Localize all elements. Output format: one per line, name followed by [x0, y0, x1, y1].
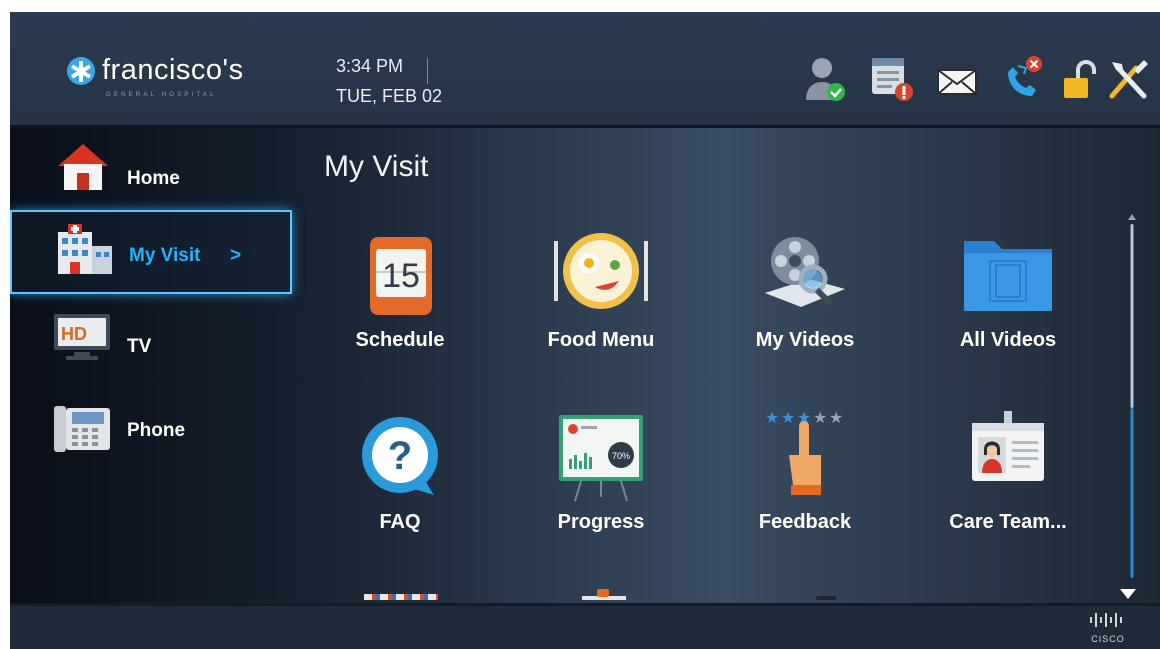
nav-item-tv[interactable]: HD TV — [10, 302, 296, 382]
nav-label-phone: Phone — [127, 420, 186, 441]
nav-label-my-visit: My Visit — [129, 245, 201, 266]
logo-tagline: GENERAL HOSPITAL — [106, 92, 217, 98]
nav-label-home: Home — [127, 168, 180, 189]
nav-item-phone[interactable]: Phone — [10, 388, 296, 468]
tile-label-progress: Progress — [557, 511, 645, 533]
nav-item-my-visit[interactable]: My Visit > — [10, 210, 292, 294]
partial-icon[interactable] — [364, 594, 438, 600]
cisco-bars-icon — [1090, 613, 1122, 627]
top-bar: francisco's GENERAL HOSPITAL 3:34 PM TUE… — [10, 12, 1160, 128]
tile-faq[interactable]: ? FAQ — [300, 409, 500, 559]
svg-text:?: ? — [388, 434, 412, 478]
clock-divider — [427, 58, 428, 84]
cisco-wordmark: CISCO — [1091, 634, 1125, 644]
tile-label-food-menu: Food Menu — [547, 329, 655, 351]
tools-icon[interactable] — [1106, 56, 1150, 102]
progress-percent: 70% — [612, 451, 630, 461]
tile-progress[interactable]: 70% Progress — [501, 409, 701, 559]
id-badge-icon — [972, 411, 1044, 481]
svg-text:★: ★ — [829, 409, 843, 427]
scroll-down-arrow[interactable] — [1120, 589, 1136, 599]
tile-label-all-videos: All Videos — [959, 329, 1057, 351]
tv-screen: francisco's GENERAL HOSPITAL 3:34 PM TUE… — [10, 12, 1160, 649]
cisco-logo: CISCO — [1088, 607, 1128, 644]
user-available-icon[interactable] — [806, 56, 846, 102]
progress-board-icon: 70% — [559, 415, 643, 502]
tile-label-faq: FAQ — [379, 511, 421, 533]
scrollbar[interactable] — [1128, 212, 1136, 597]
mail-icon[interactable] — [934, 56, 980, 102]
tv-hd-badge: HD — [61, 324, 87, 344]
chevron-right-icon: > — [230, 245, 242, 266]
tile-label-my-videos: My Videos — [755, 329, 855, 351]
question-icon: ? — [362, 417, 438, 495]
svg-text:★: ★ — [765, 409, 779, 427]
tv-icon: HD — [54, 314, 110, 360]
tile-my-videos[interactable]: My Videos — [705, 227, 905, 377]
hospital-logo: francisco's — [66, 54, 244, 87]
tile-label-schedule: Schedule — [355, 329, 445, 351]
nav-item-home[interactable]: Home — [10, 132, 296, 212]
film-reel-icon — [765, 237, 845, 307]
nav-label-tv: TV — [127, 336, 152, 357]
notes-alert-icon[interactable] — [868, 56, 916, 102]
tile-label-feedback: Feedback — [758, 511, 852, 533]
page-title: My Visit — [324, 150, 429, 183]
tile-care-team[interactable]: Care Team... — [908, 409, 1108, 559]
svg-text:★: ★ — [813, 409, 827, 427]
tile-schedule[interactable]: 15 Schedule — [300, 227, 500, 377]
hospital-icon — [58, 224, 112, 274]
home-icon — [58, 144, 108, 190]
tile-all-videos[interactable]: All Videos — [908, 227, 1108, 377]
folder-icon — [964, 241, 1052, 311]
phone-icon — [54, 406, 110, 452]
partial-icon[interactable] — [816, 596, 836, 600]
medical-star-icon — [67, 56, 95, 85]
partial-icon[interactable] — [597, 589, 609, 597]
svg-text:★: ★ — [781, 409, 795, 427]
bottom-bar — [10, 603, 1160, 649]
calendar-icon: 15 — [370, 237, 432, 315]
food-plate-icon — [554, 233, 648, 309]
clock-date: TUE, FEB 02 — [336, 86, 443, 106]
tile-food-menu[interactable]: Food Menu — [501, 227, 701, 377]
calendar-date-number: 15 — [382, 257, 420, 295]
tile-feedback[interactable]: ★ ★ ★ ★ ★ Feedback — [705, 409, 905, 559]
logo-name: francisco's — [102, 54, 244, 86]
missed-call-icon[interactable] — [1002, 56, 1048, 102]
rating-hand-icon: ★ ★ ★ ★ ★ — [765, 409, 843, 495]
unlock-icon[interactable] — [1058, 56, 1098, 102]
tile-label-care-team: Care Team... — [949, 511, 1067, 533]
